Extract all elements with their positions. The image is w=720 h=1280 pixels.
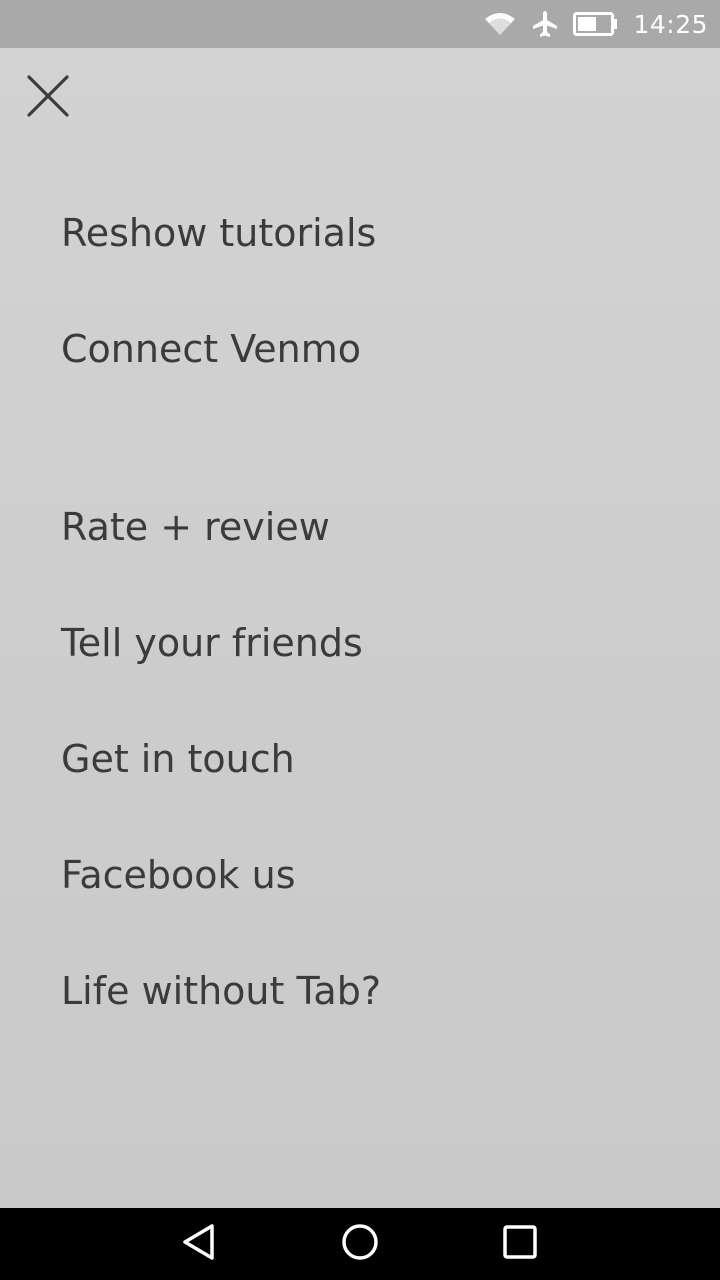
wifi-icon xyxy=(483,11,517,37)
airplane-mode-icon xyxy=(531,10,559,38)
back-icon xyxy=(180,1222,220,1267)
home-button[interactable] xyxy=(324,1208,396,1280)
close-button[interactable] xyxy=(18,68,78,128)
navigation-bar xyxy=(0,1208,720,1280)
status-time: 14:25 xyxy=(633,9,708,39)
menu-item-get-in-touch[interactable]: Get in touch xyxy=(61,729,295,789)
home-icon xyxy=(340,1222,380,1267)
menu-item-connect-venmo[interactable]: Connect Venmo xyxy=(61,319,361,379)
status-bar: 14:25 xyxy=(0,0,720,48)
recents-button[interactable] xyxy=(484,1208,556,1280)
close-icon xyxy=(26,74,70,123)
menu-item-reshow-tutorials[interactable]: Reshow tutorials xyxy=(61,203,376,263)
status-icons: 14:25 xyxy=(483,0,708,48)
menu-item-rate-review[interactable]: Rate + review xyxy=(61,497,330,557)
menu-item-facebook-us[interactable]: Facebook us xyxy=(61,845,296,905)
battery-icon xyxy=(573,12,619,36)
menu-item-tell-your-friends[interactable]: Tell your friends xyxy=(61,613,363,673)
menu-screen: Reshow tutorials Connect Venmo Rate + re… xyxy=(0,48,720,1208)
back-button[interactable] xyxy=(164,1208,236,1280)
recents-icon xyxy=(500,1222,540,1267)
menu-item-life-without-tab[interactable]: Life without Tab? xyxy=(61,961,381,1021)
